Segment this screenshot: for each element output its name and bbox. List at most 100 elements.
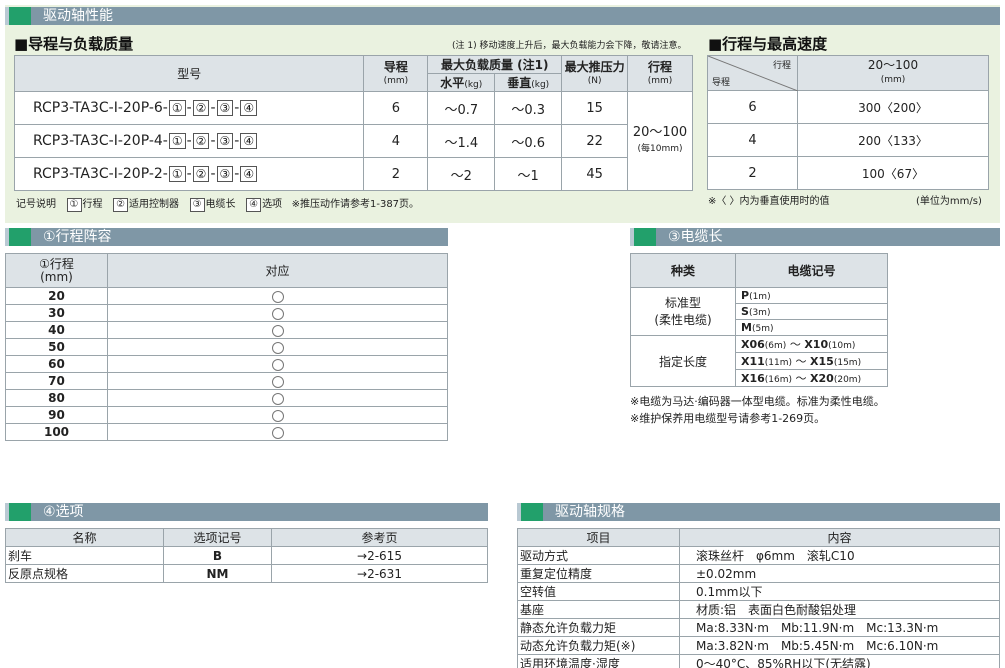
supported-cell (107, 304, 448, 322)
table-row: 2 100〈67〉 (707, 156, 989, 190)
corner-cell: 行程 导程 (707, 55, 798, 91)
table-row: 40 (5, 321, 448, 339)
supported-cell (107, 355, 448, 373)
speed-cell: 100〈67〉 (797, 156, 989, 190)
stroke-speed-title: ■行程与最高速度 (708, 35, 828, 53)
cable-code-range: X06(6m) ～ X10(10m) (735, 335, 888, 353)
stroke-speed-table: 行程 导程 20～100 (mm) 6 300〈200〉 4 200〈133〉 2… (707, 55, 989, 190)
spec-table: 项目 内容 驱动方式 滚珠丝杆 φ6mm 滚轧C10 重复定位精度 ±0.02mm 空转… (517, 528, 1000, 668)
col-stroke-range: 20～100 (mm) (797, 55, 989, 91)
table-row: 刹车 B →2-615 (5, 546, 488, 565)
col-vertical: 垂直(kg) (494, 73, 563, 92)
section-title: 驱动轴性能 (43, 8, 113, 24)
table-row: 4 200〈133〉 (707, 123, 989, 157)
spec-item: 重复定位精度 (517, 564, 680, 583)
circle-icon (271, 341, 284, 354)
vertical-cell: ～0.6 (494, 124, 563, 158)
section-title: 驱动轴规格 (555, 504, 625, 520)
table-row: 6 300〈200〉 (707, 90, 989, 124)
table-row: 重复定位精度 ±0.02mm (517, 564, 1000, 583)
stroke-value: 50 (5, 338, 108, 356)
model-cell: RCP3-TA3C-I-20P-4- ① - ② - ③ - ④ (13, 124, 365, 158)
table-row: 90 (5, 406, 448, 424)
supported-cell (107, 372, 448, 390)
cable-code-range: X16(16m) ～ X20(20m) (735, 369, 888, 387)
col-horizontal: 水平(kg) (427, 73, 496, 92)
spec-content: 0.1mm以下 (679, 582, 1000, 601)
stroke-value: 20 (5, 287, 108, 305)
table-row: 60 (5, 355, 448, 373)
supported-cell (107, 406, 448, 424)
cable-code: P(1m) (735, 287, 888, 304)
stroke-value: 60 (5, 355, 108, 373)
col-code: 电缆记号 (735, 253, 888, 288)
col-max-load: 最大负载质量 (注1) (427, 55, 563, 74)
option-name: 刹车 (5, 546, 164, 565)
table-row: 100 (5, 423, 448, 441)
spec-item: 空转值 (517, 582, 680, 601)
vertical-cell: ～0.3 (494, 91, 563, 125)
lead-cell: 6 (707, 90, 798, 124)
table-row: 适用环境温度·湿度 0～40°C、85%RH以下(无结露) (517, 654, 1000, 668)
stroke-cell: 20～100 (每10mm) (627, 91, 693, 191)
circle-icon (271, 307, 284, 320)
col-support: 对应 (107, 253, 448, 288)
speed-unit: (单位为mm/s) (916, 196, 982, 207)
table-row: RCP3-TA3C-I-20P-6- ① - ② - ③ - ④ 6 ～0.7 ～0.3 15… (13, 91, 693, 191)
col-lead: 导程 (mm) (363, 55, 429, 92)
options-table: 名称 选项记号 参考页 刹车 B →2-615 反原点规格 NM →2-631 (5, 528, 488, 583)
table-row: 30 (5, 304, 448, 322)
lead-cell: 2 (707, 156, 798, 190)
stroke-value: 90 (5, 406, 108, 424)
table-row: 20 (5, 287, 448, 305)
circle-icon (271, 375, 284, 388)
section-header-cable: ③电缆长 (630, 228, 1000, 246)
table-row: RCP3-TA3C-I-20P-2- ① - ② - ③ - ④ 2 ～2 ～1 45 (13, 157, 693, 191)
stroke-value: 30 (5, 304, 108, 322)
lead-load-note: (注 1) 移动速度上升后，最大负载能力会下降，敬请注意。 (452, 41, 687, 51)
section-header-options: ④选项 (5, 503, 488, 521)
horizontal-cell: ～2 (427, 157, 496, 191)
section-header-spec: 驱动轴规格 (517, 503, 1000, 521)
col-page: 参考页 (271, 528, 488, 547)
spec-content: 材质:铝 表面白色耐酸铝处理 (679, 600, 1000, 619)
spec-content: 滚珠丝杆 φ6mm 滚轧C10 (679, 546, 1000, 565)
stroke-value: 70 (5, 372, 108, 390)
option-page-link[interactable]: →2-631 (271, 564, 488, 583)
col-content: 内容 (679, 528, 1000, 547)
supported-cell (107, 338, 448, 356)
model-cell: RCP3-TA3C-I-20P-6- ① - ② - ③ - ④ (13, 91, 365, 125)
table-row: 70 (5, 372, 448, 390)
option-code: B (163, 546, 272, 565)
option-name: 反原点规格 (5, 564, 164, 583)
lead-load-table: 型号 导程 (mm) 最大负载质量 (注1) 最大推压力 (N) 行程 (mm) 水平… (13, 55, 693, 191)
vertical-cell: ～1 (494, 157, 563, 191)
spec-content: 0～40°C、85%RH以下(无结露) (679, 654, 1000, 668)
option-page-link[interactable]: →2-615 (271, 546, 488, 565)
speed-note: ※〈 〉内为垂直使用时的值 (708, 196, 830, 207)
thrust-cell: 45 (561, 157, 629, 191)
speed-cell: 300〈200〉 (797, 90, 989, 124)
specified-type-cell: 指定长度 (630, 335, 736, 387)
col-stroke: 行程 (mm) (627, 55, 693, 92)
stroke-value: 100 (5, 423, 108, 441)
supported-cell (107, 389, 448, 407)
lead-load-title: ■导程与负载质量 (14, 35, 134, 53)
spec-content: Ma:3.82N·m Mb:5.45N·m Mc:6.10N·m (679, 636, 1000, 655)
stroke-value: 40 (5, 321, 108, 339)
speed-cell: 200〈133〉 (797, 123, 989, 157)
table-row: 驱动方式 滚珠丝杆 φ6mm 滚轧C10 (517, 546, 1000, 565)
cable-note-2: ※维护保养用电缆型号请参考1-269页。 (630, 412, 826, 425)
circle-icon (271, 409, 284, 422)
table-row: 反原点规格 NM →2-631 (5, 564, 488, 583)
table-row: 基座 材质:铝 表面白色耐酸铝处理 (517, 600, 1000, 619)
supported-cell (107, 321, 448, 339)
option-code: NM (163, 564, 272, 583)
supported-cell (107, 287, 448, 305)
section-accent (9, 7, 31, 25)
table-row: 静态允许负载力矩 Ma:8.33N·m Mb:11.9N·m Mc:13.3N·m (517, 618, 1000, 637)
stroke-list-table: ①行程 (mm) 对应 20 30 40 50 60 70 80 90 100 (5, 253, 448, 441)
circle-icon (271, 324, 284, 337)
section-header-performance: 驱动轴性能 (5, 7, 1000, 25)
supported-cell (107, 423, 448, 441)
